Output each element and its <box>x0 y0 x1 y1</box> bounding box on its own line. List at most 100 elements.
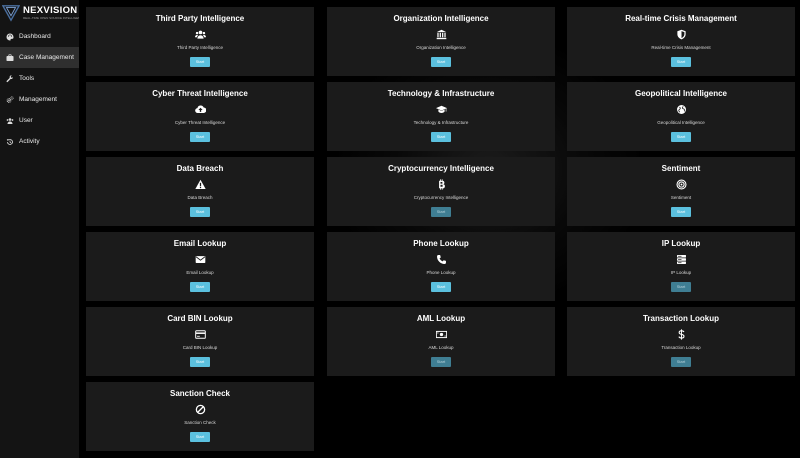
card-data-breach: Data Breach Data Breach Start <box>86 157 314 226</box>
card-subtitle: IP Lookup <box>670 270 692 275</box>
start-button[interactable]: Start <box>671 207 691 217</box>
ban-icon <box>194 403 206 415</box>
sidebar-item-label: Tools <box>19 75 35 82</box>
credit-card-icon <box>194 328 206 340</box>
brand-logo[interactable]: NEXVISION REAL-TIME OPEN SOURCE INTELLIG… <box>2 2 85 24</box>
card-subtitle: Organization Intelligence <box>416 45 466 50</box>
brand-name: NEXVISION <box>23 4 78 16</box>
start-button[interactable]: Start <box>431 207 451 217</box>
card-card-bin-lookup: Card BIN Lookup Card BIN Lookup Start <box>86 307 314 376</box>
card-title: Transaction Lookup <box>642 314 719 323</box>
start-button[interactable]: Start <box>671 357 691 367</box>
card-title: IP Lookup <box>661 239 701 248</box>
card-title: Real-time Crisis Management <box>625 14 737 23</box>
start-button[interactable]: Start <box>431 357 451 367</box>
card-title: Sanction Check <box>169 389 230 398</box>
card-technology-infrastructure: Technology & Infrastructure Technology &… <box>327 82 555 151</box>
start-button[interactable]: Start <box>190 57 210 67</box>
sidebar-item-activity[interactable]: Activity <box>0 131 79 152</box>
card-subtitle: Cryptocurrency Intelligence <box>413 195 469 200</box>
card-title: Card BIN Lookup <box>167 314 233 323</box>
money-bill-icon <box>435 328 447 340</box>
card-subtitle: Sanction Check <box>184 420 216 425</box>
gears-icon <box>5 95 14 104</box>
sidebar-item-label: Activity <box>19 138 40 145</box>
start-button[interactable]: Start <box>431 132 451 142</box>
shield-icon <box>675 28 687 40</box>
start-button[interactable]: Start <box>431 57 451 67</box>
card-subtitle: Phone Lookup <box>426 270 456 275</box>
start-button[interactable]: Start <box>671 282 691 292</box>
start-button[interactable]: Start <box>431 282 451 292</box>
sidebar-nav: Dashboard Case Management Tools Manageme… <box>0 26 79 152</box>
brand-tagline: REAL-TIME OPEN SOURCE INTELLIGENCE <box>23 15 85 20</box>
sidebar-item-user[interactable]: User <box>0 110 79 131</box>
card-cyber-threat-intelligence: Cyber Threat Intelligence Cyber Threat I… <box>86 82 314 151</box>
sidebar-item-management[interactable]: Management <box>0 89 79 110</box>
card-title: Cryptocurrency Intelligence <box>388 164 494 173</box>
card-title: Phone Lookup <box>413 239 469 248</box>
bank-icon <box>435 28 447 40</box>
card-email-lookup: Email Lookup Email Lookup Start <box>86 232 314 301</box>
card-subtitle: Data Breach <box>187 195 213 200</box>
users-icon <box>5 116 14 125</box>
card-subtitle: Transaction Lookup <box>661 345 701 350</box>
card-title: Geopolitical Intelligence <box>634 89 728 98</box>
card-real-time-crisis-management: Real-time Crisis Management Real-time Cr… <box>567 7 795 76</box>
graduation-cap-icon <box>435 103 447 115</box>
phone-icon <box>435 253 447 265</box>
globe-icon <box>675 103 687 115</box>
target-icon <box>675 178 687 190</box>
server-icon <box>675 253 687 265</box>
card-subtitle: Email Lookup <box>186 270 214 275</box>
sidebar: NEXVISION REAL-TIME OPEN SOURCE INTELLIG… <box>0 0 85 458</box>
card-title: Third Party Intelligence <box>155 14 245 23</box>
card-subtitle: Real-time Crisis Management <box>651 45 711 50</box>
sidebar-item-label: Management <box>19 96 57 103</box>
card-organization-intelligence: Organization Intelligence Organization I… <box>327 7 555 76</box>
sidebar-item-label: User <box>19 117 33 124</box>
card-subtitle: Technology & Infrastructure <box>413 120 469 125</box>
start-button[interactable]: Start <box>190 432 210 442</box>
main-content: Third Party Intelligence Third Party Int… <box>79 0 800 458</box>
start-button[interactable]: Start <box>190 132 210 142</box>
card-title: Technology & Infrastructure <box>387 89 495 98</box>
start-button[interactable]: Start <box>671 57 691 67</box>
card-geopolitical-intelligence: Geopolitical Intelligence Geopolitical I… <box>567 82 795 151</box>
card-title: Email Lookup <box>173 239 227 248</box>
sidebar-item-label: Dashboard <box>19 33 51 40</box>
card-phone-lookup: Phone Lookup Phone Lookup Start <box>327 232 555 301</box>
sidebar-item-case-management[interactable]: Case Management <box>0 47 79 68</box>
cloud-upload-icon <box>194 103 206 115</box>
card-subtitle: Sentiment <box>670 195 692 200</box>
card-title: Cyber Threat Intelligence <box>152 89 248 98</box>
card-subtitle: Card BIN Lookup <box>182 345 218 350</box>
card-ip-lookup: IP Lookup IP Lookup Start <box>567 232 795 301</box>
dollar-icon <box>675 328 687 340</box>
start-button[interactable]: Start <box>671 132 691 142</box>
history-icon <box>5 137 14 146</box>
card-aml-lookup: AML Lookup AML Lookup Start <box>327 307 555 376</box>
envelope-icon <box>194 253 206 265</box>
card-cryptocurrency-intelligence: Cryptocurrency Intelligence Cryptocurren… <box>327 157 555 226</box>
sidebar-item-dashboard[interactable]: Dashboard <box>0 26 79 47</box>
wrench-icon <box>5 74 14 83</box>
card-title: Organization Intelligence <box>393 14 489 23</box>
warning-icon <box>194 178 206 190</box>
card-subtitle: Third Party Intelligence <box>176 45 224 50</box>
sidebar-item-tools[interactable]: Tools <box>0 68 79 89</box>
start-button[interactable]: Start <box>190 282 210 292</box>
card-sanction-check: Sanction Check Sanction Check Start <box>86 382 314 451</box>
card-sentiment: Sentiment Sentiment Start <box>567 157 795 226</box>
card-subtitle: Geopolitical Intelligence <box>657 120 705 125</box>
card-title: Data Breach <box>176 164 224 173</box>
card-third-party-intelligence: Third Party Intelligence Third Party Int… <box>86 7 314 76</box>
sidebar-item-label: Case Management <box>19 54 74 61</box>
briefcase-icon <box>5 53 14 62</box>
card-title: AML Lookup <box>416 314 466 323</box>
start-button[interactable]: Start <box>190 357 210 367</box>
card-subtitle: Cyber Threat Intelligence <box>174 120 226 125</box>
palette-icon <box>5 32 14 41</box>
card-transaction-lookup: Transaction Lookup Transaction Lookup St… <box>567 307 795 376</box>
start-button[interactable]: Start <box>190 207 210 217</box>
